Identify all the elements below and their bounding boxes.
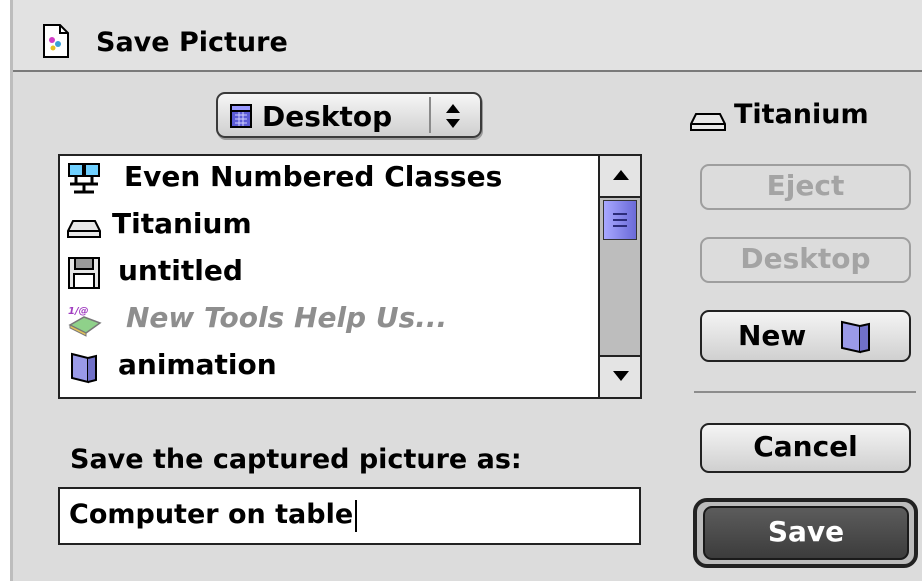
list-item[interactable]: untitled (60, 250, 600, 297)
button-separator (694, 391, 916, 393)
folder-icon (71, 352, 97, 384)
save-as-label: Save the captured picture as: (70, 444, 522, 475)
floppy-disk-icon (68, 257, 100, 289)
location-popup[interactable]: Desktop (216, 92, 482, 138)
save-dialog: Save Picture Desktop Titanium Even Numbe… (10, 0, 922, 581)
list-item[interactable]: Even Numbered Classes (60, 156, 600, 203)
dialog-titlebar: Save Picture (13, 0, 922, 72)
desktop-icon (230, 104, 252, 128)
shared-folder-icon (68, 163, 100, 194)
scroll-down-button[interactable] (600, 355, 640, 397)
hard-drive-icon (690, 113, 726, 131)
list-item-label: untitled (118, 254, 243, 287)
popup-divider (429, 97, 431, 133)
document-icon: 1/@ (68, 306, 102, 337)
filename-value: Computer on table (69, 499, 354, 530)
thumb-grip (613, 213, 627, 215)
new-folder-button[interactable]: New (700, 310, 911, 362)
volume-name: Titanium (734, 99, 869, 130)
scroll-up-button[interactable] (600, 156, 640, 198)
list-item[interactable]: Titanium (60, 203, 600, 250)
file-list[interactable]: Even Numbered Classes Titanium untitled … (58, 154, 642, 399)
save-button[interactable]: Save (703, 506, 909, 560)
popup-arrows-icon (446, 104, 460, 128)
list-item-label: animation (118, 348, 277, 381)
thumb-grip (613, 219, 627, 221)
svg-text:1/@: 1/@ (68, 306, 89, 317)
desktop-button[interactable]: Desktop (700, 237, 911, 283)
text-caret (355, 499, 358, 532)
list-item[interactable]: 1/@ New Tools Help Us... (60, 297, 600, 344)
arrow-up-icon (613, 170, 629, 180)
list-item-label: Titanium (112, 207, 252, 240)
list-item[interactable]: animation (60, 344, 600, 391)
eject-button[interactable]: Eject (700, 164, 911, 210)
new-folder-button-label: New (738, 319, 807, 352)
folder-icon (841, 320, 870, 354)
scroll-thumb[interactable] (603, 200, 637, 240)
picture-document-icon (43, 24, 69, 58)
location-popup-label: Desktop (262, 100, 393, 133)
list-item-label: Even Numbered Classes (124, 160, 503, 193)
cancel-button[interactable]: Cancel (700, 423, 911, 473)
dialog-title: Save Picture (96, 27, 288, 58)
file-list-scrollbar[interactable] (598, 156, 640, 397)
hard-drive-icon (67, 220, 101, 238)
thumb-grip (613, 225, 627, 227)
list-item-label: New Tools Help Us... (126, 301, 448, 334)
arrow-down-icon (613, 371, 629, 381)
filename-field[interactable]: Computer on table (58, 487, 641, 545)
